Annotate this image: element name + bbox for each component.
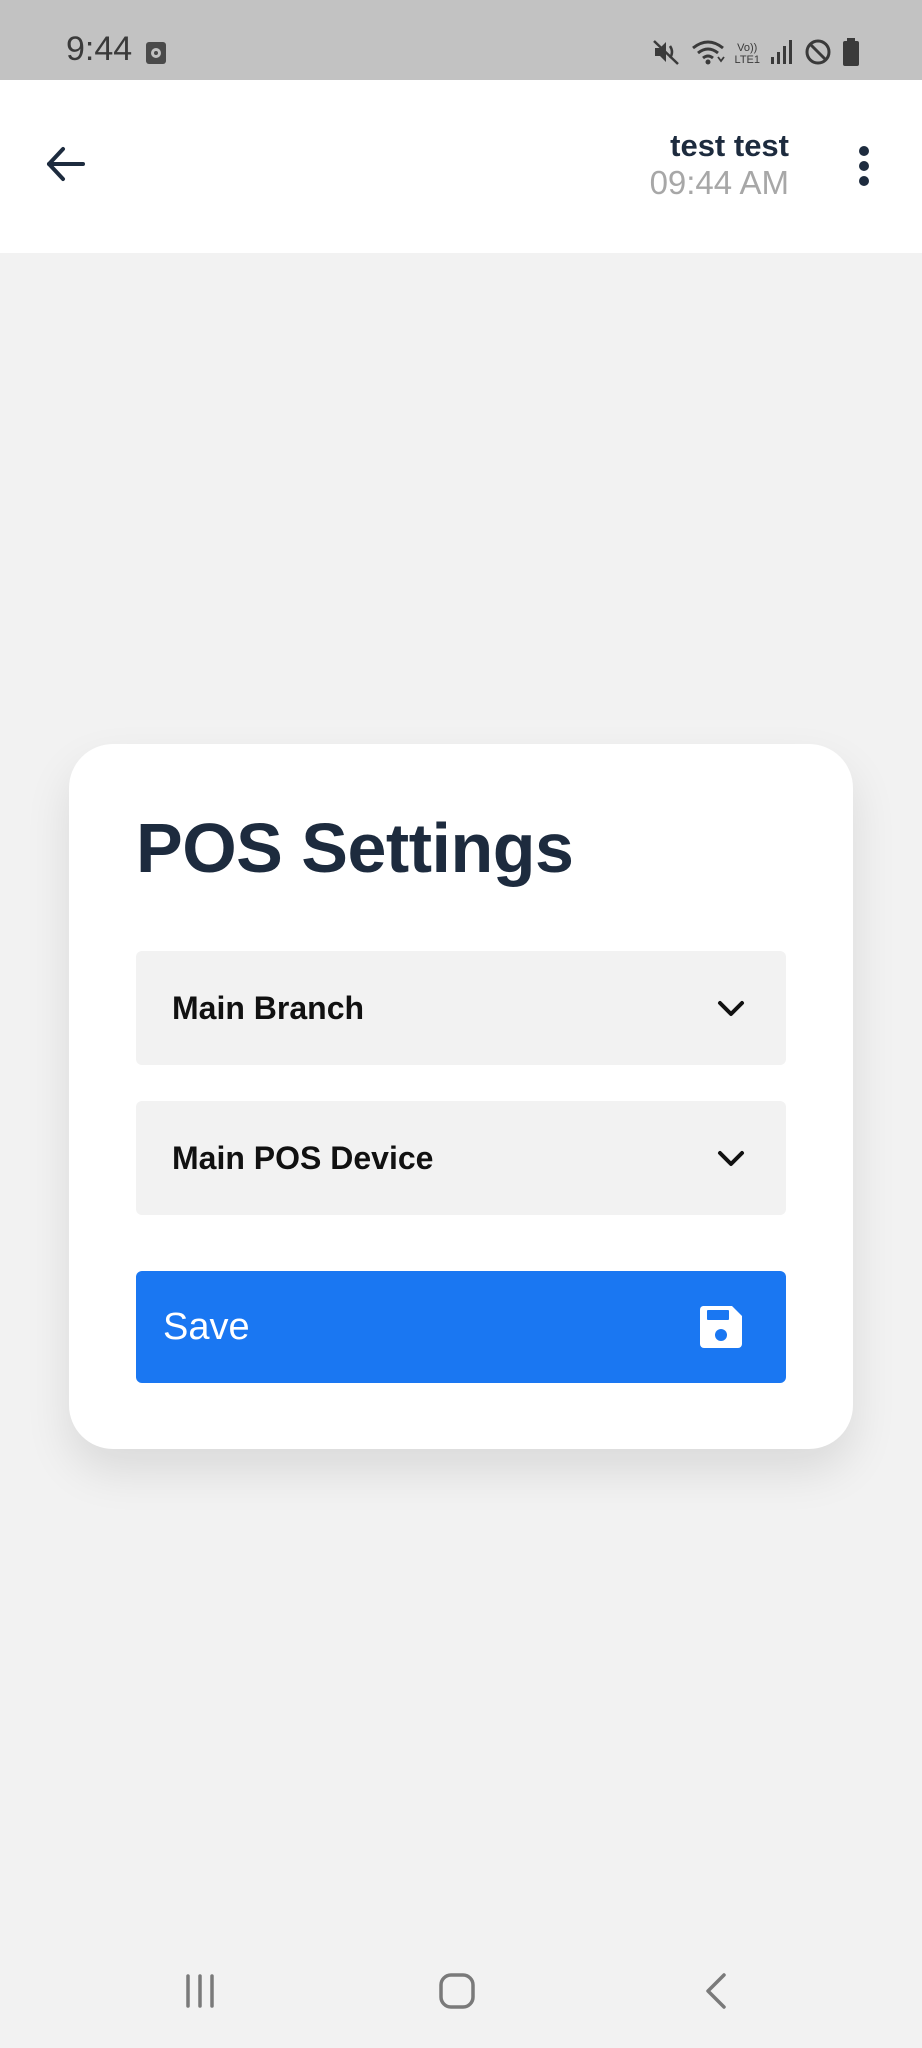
app-header: test test 09:44 AM (0, 80, 922, 253)
user-name: test test (670, 128, 789, 163)
recent-apps-icon (182, 1973, 218, 2013)
home-icon (438, 1972, 476, 2015)
branch-select-value: Main Branch (172, 990, 365, 1026)
wifi-icon (691, 37, 725, 72)
status-icons: Vo)) LTE1 (651, 36, 860, 72)
system-back-button[interactable] (686, 1968, 746, 2018)
signal-icon (770, 39, 794, 70)
chevron-down-icon (716, 994, 746, 1024)
system-navigation-bar (0, 1938, 922, 2048)
user-info: test test 09:44 AM (650, 128, 789, 202)
recent-apps-button[interactable] (170, 1968, 230, 2018)
status-bar: 9:44 Vo)) LTE1 (0, 0, 922, 80)
network-type-label: Vo)) LTE1 (734, 42, 760, 66)
more-options-button[interactable] (846, 140, 882, 196)
pos-settings-card: POS Settings Main Branch Main POS Device… (69, 744, 853, 1449)
floppy-disk-icon (698, 1304, 744, 1350)
pos-device-select[interactable]: Main POS Device (136, 1101, 786, 1215)
header-time: 09:44 AM (649, 164, 789, 201)
status-time: 9:44 (66, 30, 133, 68)
branch-select[interactable]: Main Branch (136, 951, 786, 1065)
home-button[interactable] (427, 1968, 487, 2018)
pos-device-select-value: Main POS Device (172, 1140, 434, 1176)
screen-recorder-icon (145, 41, 167, 70)
chevron-left-icon (704, 1972, 728, 2015)
chevron-down-icon (716, 1144, 746, 1174)
more-vertical-icon (858, 145, 870, 192)
arrow-left-icon (46, 146, 86, 187)
back-button[interactable] (38, 138, 94, 194)
save-button[interactable]: Save (136, 1271, 786, 1383)
card-title: POS Settings (136, 809, 574, 887)
do-not-disturb-icon (804, 38, 832, 71)
save-button-label: Save (163, 1306, 250, 1348)
battery-icon (842, 37, 860, 72)
mute-icon (651, 37, 681, 72)
